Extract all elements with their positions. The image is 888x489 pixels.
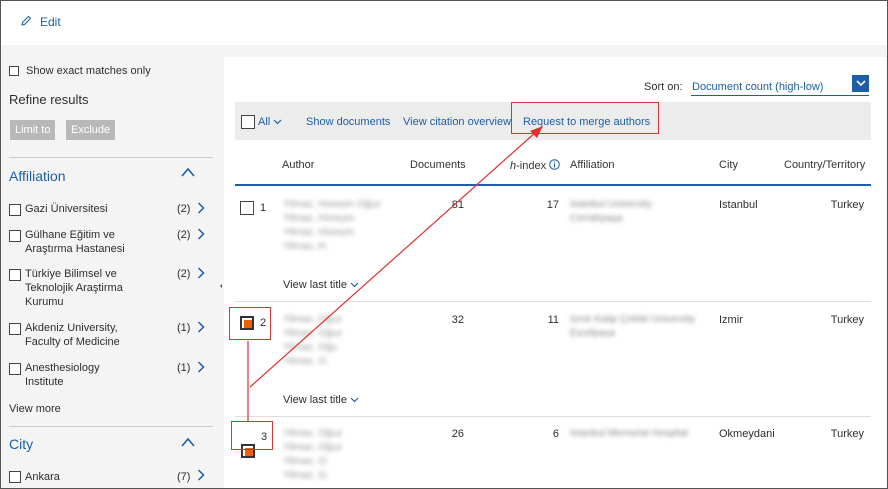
annotation-arrow [247,126,543,421]
